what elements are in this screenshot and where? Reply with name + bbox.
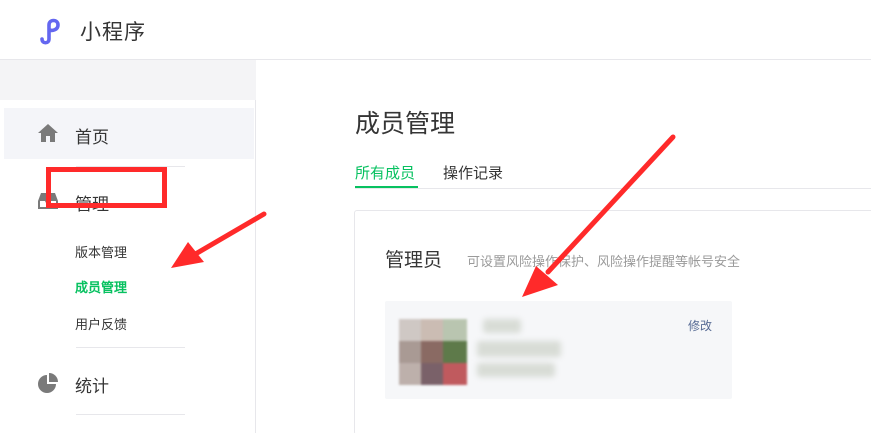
page-title: 成员管理 [355, 109, 456, 138]
miniprogram-logo-icon[interactable] [38, 15, 70, 45]
admin-card-description: 可设置风险操作保护、风险操作提醒等帐号安全 [467, 255, 741, 270]
sidebar-subitem-feedback[interactable]: 用户反馈 [75, 314, 127, 333]
tab-operation-log[interactable]: 操作记录 [443, 162, 503, 183]
sidebar: 首页 管理 版本管理 成员管理 用户反馈 统计 [0, 100, 256, 433]
sidebar-item-home[interactable]: 首页 [4, 108, 254, 159]
tab-divider [355, 188, 871, 189]
avatar [399, 319, 469, 385]
admin-member-item: 修改 [385, 301, 732, 399]
sidebar-subitem-members[interactable]: 成员管理 [75, 277, 127, 296]
pie-chart-icon [38, 373, 58, 393]
sidebar-divider [76, 414, 185, 415]
sidebar-item-stats-label: 统计 [75, 377, 109, 397]
home-icon [38, 124, 58, 142]
app-title: 小程序 [80, 20, 146, 44]
tab-all-members[interactable]: 所有成员 [355, 162, 415, 183]
main-content: 成员管理 所有成员 操作记录 管理员 可设置风险操作保护、风险操作提醒等帐号安全 [256, 60, 871, 433]
admin-card: 管理员 可设置风险操作保护、风险操作提醒等帐号安全 修改 [354, 210, 871, 433]
annotation-highlight-box [46, 167, 167, 208]
edit-admin-link[interactable]: 修改 [688, 317, 712, 334]
sidebar-divider [76, 347, 185, 348]
member-name [477, 319, 567, 381]
sidebar-item-home-label: 首页 [75, 128, 109, 148]
top-bar: 小程序 [0, 0, 871, 60]
sidebar-subitem-version[interactable]: 版本管理 [75, 242, 127, 261]
admin-card-title: 管理员 [385, 249, 443, 271]
